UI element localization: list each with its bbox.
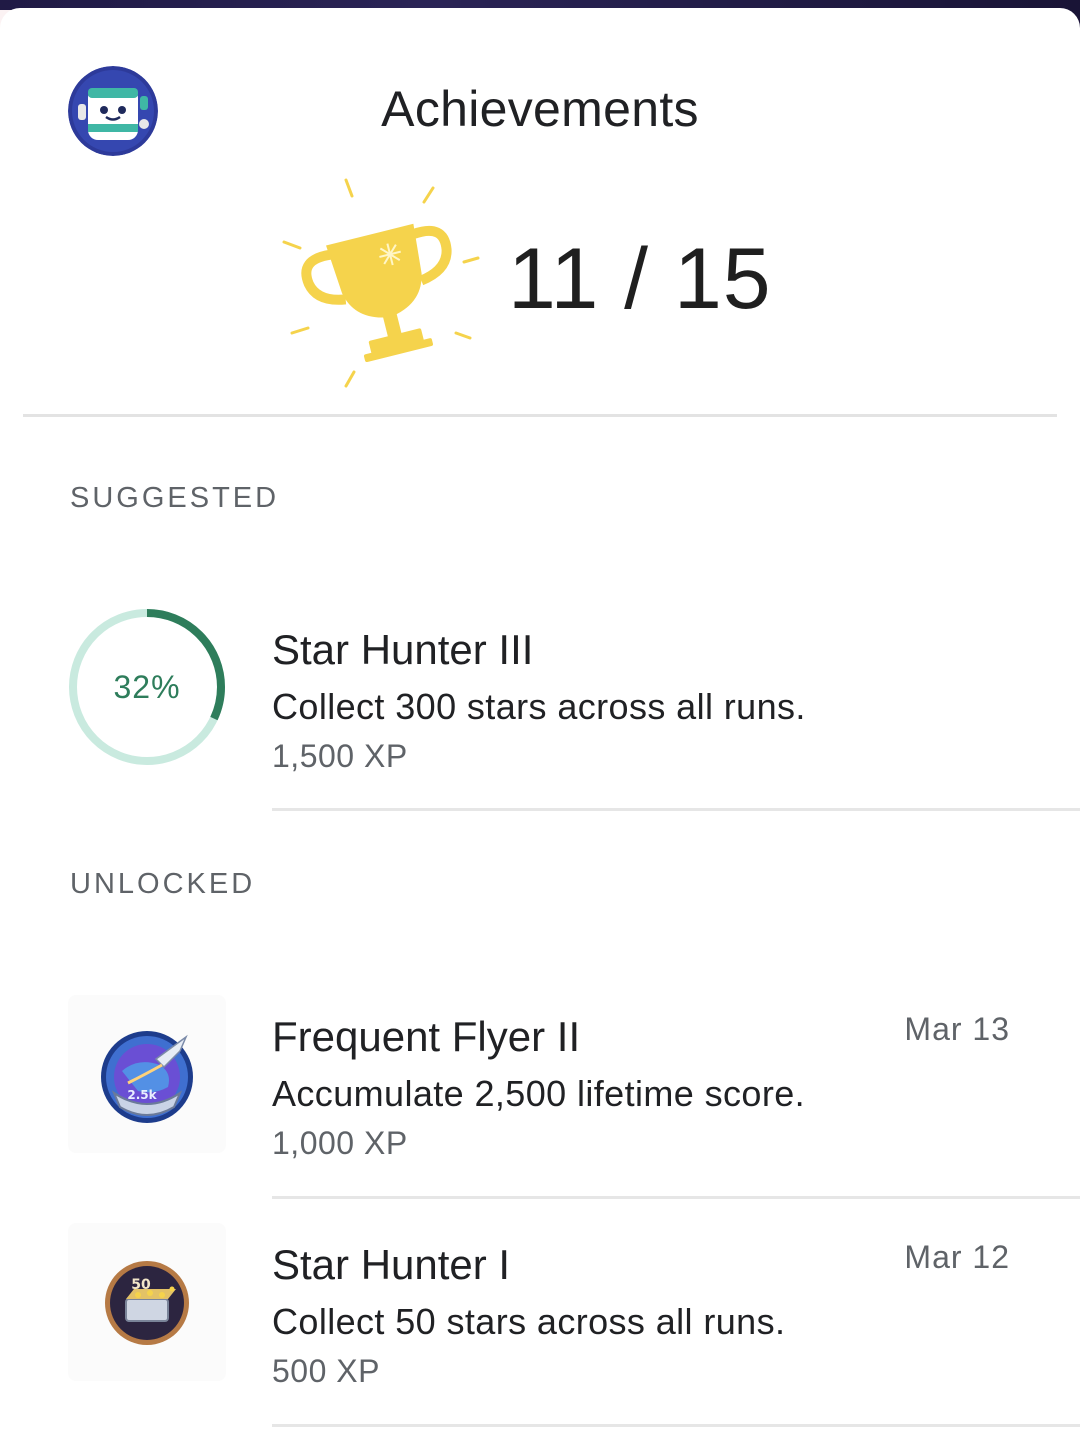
achievement-description: Accumulate 2,500 lifetime score. [272,1073,806,1114]
achievement-title: Frequent Flyer II [272,1013,581,1060]
achievement-date: Mar 13 [904,1011,1010,1047]
progress-percent: 32% [113,668,181,705]
achievement-item-frequent-flyer-ii[interactable]: 2.5k Frequent Flyer II Mar 13 Accumulate… [0,993,1080,1199]
progress-ring: 32% [68,608,226,766]
trophy-icon [282,178,480,388]
achievements-sheet: Achievements 11 / 15 SUGGESTED 32% Star … [0,8,1080,1440]
achievement-xp: 1,000 XP [272,1125,408,1161]
rocket-globe-badge-icon: 2.5k [68,995,226,1153]
section-label-suggested: SUGGESTED [70,482,280,514]
achievement-count: 11 / 15 [508,231,772,327]
header-divider [23,414,1057,417]
badge-caption: 2.5k [127,1088,157,1102]
item-divider [272,808,1080,811]
item-divider [272,1424,1080,1427]
treasure-chest-badge-icon: 50 [68,1223,226,1381]
achievement-item-star-hunter-i[interactable]: 50 Star Hunter I Mar 12 Collect 50 stars… [0,1221,1080,1427]
achievement-item-star-hunter-iii[interactable]: 32% Star Hunter III Collect 300 stars ac… [0,606,1080,811]
page-title: Achievements [381,81,699,137]
achievement-description: Collect 300 stars across all runs. [272,686,806,727]
achievement-description: Collect 50 stars across all runs. [272,1301,786,1342]
achievement-xp: 500 XP [272,1353,380,1389]
achievement-title: Star Hunter III [272,626,534,673]
item-divider [272,1196,1080,1199]
achievement-date: Mar 12 [904,1239,1010,1275]
section-label-unlocked: UNLOCKED [70,868,256,900]
achievement-xp: 1,500 XP [272,738,408,774]
achievement-title: Star Hunter I [272,1241,511,1288]
